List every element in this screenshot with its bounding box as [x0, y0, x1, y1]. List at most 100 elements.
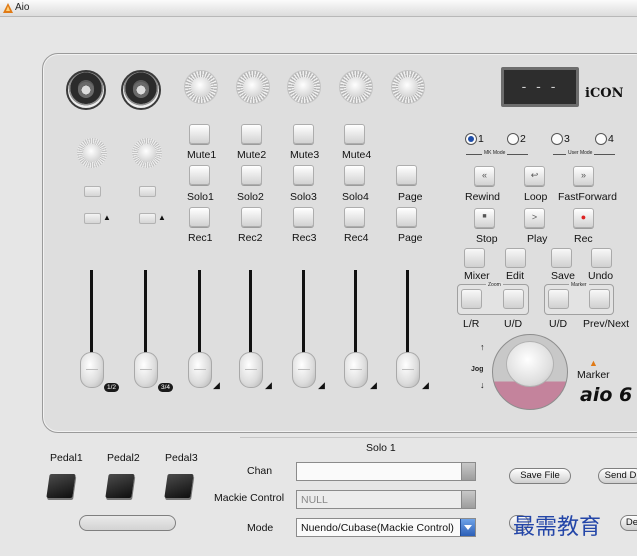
fader-marker-3-icon: ◢ — [213, 380, 220, 390]
input-led-1 — [84, 186, 101, 197]
fader-tag-1: 1/2 — [104, 383, 120, 392]
solo-button-1[interactable] — [189, 165, 210, 185]
solo-label-1: Solo1 — [187, 191, 214, 203]
edit-label: Edit — [506, 270, 525, 282]
solo-button-2[interactable] — [241, 165, 262, 185]
phantom-switch-2[interactable] — [139, 213, 156, 224]
chan-field[interactable] — [296, 462, 476, 481]
chevron-down-icon[interactable] — [460, 519, 475, 536]
page-button-down[interactable] — [396, 207, 417, 227]
undo-button[interactable] — [591, 248, 612, 268]
mode-radio-1[interactable] — [465, 133, 477, 145]
mode-value: Nuendo/Cubase(Mackie Control) — [301, 522, 454, 534]
page-label-down: Page — [398, 232, 423, 244]
solo-label-3: Solo3 — [290, 191, 317, 203]
marker-flag-icon: ▲ — [589, 358, 598, 368]
fader-2[interactable] — [134, 352, 158, 388]
play-button[interactable]: > — [524, 208, 545, 228]
gain-knob-2[interactable] — [132, 138, 162, 168]
lr-button[interactable] — [461, 289, 482, 309]
user-mode-label: User Mode — [566, 150, 595, 156]
rec-button-2[interactable] — [241, 207, 262, 227]
mode-radio-label-1: 1 — [478, 133, 484, 145]
gain-knob-1[interactable] — [77, 138, 107, 168]
solo-label-4: Solo4 — [342, 191, 369, 203]
fader-1[interactable] — [80, 352, 104, 388]
mackie-field[interactable]: NULL — [296, 490, 476, 509]
mute-label-1: Mute1 — [187, 149, 217, 161]
xlr-input-1-icon — [66, 70, 106, 110]
fader-5[interactable] — [292, 352, 316, 388]
loop-button[interactable]: ↩ — [524, 166, 545, 186]
page-label-up: Page — [398, 191, 423, 203]
play-label: Play — [527, 233, 548, 245]
mode-radio-3[interactable] — [551, 133, 563, 145]
chan-scroll[interactable] — [461, 463, 475, 480]
mode-radio-4[interactable] — [595, 133, 607, 145]
solo-button-4[interactable] — [344, 165, 365, 185]
de-button[interactable]: De — [620, 515, 637, 531]
ud-marker-button[interactable] — [548, 289, 569, 309]
window-title: Aio — [15, 2, 30, 13]
fader-7[interactable] — [396, 352, 420, 388]
rec-button-3[interactable] — [293, 207, 314, 227]
rec-icon: ● — [580, 212, 587, 222]
send-button[interactable]: Send D — [598, 468, 637, 484]
prevnext-button[interactable] — [589, 289, 610, 309]
zoom-label: Zoom — [486, 282, 503, 288]
fader-tag-2: 3/4 — [158, 383, 174, 392]
pedal-2-icon — [105, 474, 135, 498]
mode-radio-2[interactable] — [507, 133, 519, 145]
ud-marker-label: U/D — [549, 318, 568, 330]
fader-track-1 — [90, 270, 93, 360]
rec-transport-button[interactable]: ● — [573, 208, 594, 228]
rec-button-1[interactable] — [189, 207, 210, 227]
fader-track-7 — [406, 270, 409, 360]
mute-button-1[interactable] — [189, 124, 210, 144]
knob-4[interactable] — [339, 70, 373, 104]
save-file-button[interactable]: Save File — [509, 468, 571, 484]
fader-track-5 — [302, 270, 305, 360]
phantom-switch-1[interactable] — [84, 213, 101, 224]
app-icon — [3, 3, 13, 13]
ud-zoom-button[interactable] — [503, 289, 524, 309]
aio-logo: aio 6 — [580, 384, 633, 406]
fader-3[interactable] — [188, 352, 212, 388]
knob-5[interactable] — [391, 70, 425, 104]
knob-1[interactable] — [184, 70, 218, 104]
prevnext-label: Prev/Next — [583, 318, 630, 330]
edit-button[interactable] — [505, 248, 526, 268]
jog-wheel[interactable] — [492, 334, 568, 410]
rewind-button[interactable]: « — [474, 166, 495, 186]
mackie-scroll[interactable] — [461, 491, 475, 508]
lr-label: L/R — [463, 318, 480, 330]
rec-label-4: Rec4 — [344, 232, 369, 244]
save-button[interactable] — [551, 248, 572, 268]
mute-button-4[interactable] — [344, 124, 365, 144]
solo-button-3[interactable] — [293, 165, 314, 185]
fader-6[interactable] — [344, 352, 368, 388]
phantom-icon-2: ▲ — [158, 213, 166, 222]
page-button-up[interactable] — [396, 165, 417, 185]
stop-label: Stop — [476, 233, 498, 245]
mixer-label: Mixer — [464, 270, 490, 282]
fader-4[interactable] — [239, 352, 263, 388]
lcd-display: - - - — [501, 67, 579, 107]
rec-button-4[interactable] — [344, 207, 365, 227]
input-led-2 — [139, 186, 156, 197]
xlr-input-2-icon — [121, 70, 161, 110]
mute-button-3[interactable] — [293, 124, 314, 144]
pedal-settings-button[interactable] — [79, 515, 176, 531]
fastforward-label: FastForward — [558, 191, 617, 203]
fastforward-button[interactable]: » — [573, 166, 594, 186]
mute-label-4: Mute4 — [342, 149, 372, 161]
stop-button[interactable]: ■ — [474, 208, 495, 228]
solo-label-2: Solo2 — [237, 191, 264, 203]
knob-3[interactable] — [287, 70, 321, 104]
mute-button-2[interactable] — [241, 124, 262, 144]
knob-2[interactable] — [236, 70, 270, 104]
watermark-text: 最需教育 — [513, 515, 602, 540]
mode-select[interactable]: Nuendo/Cubase(Mackie Control) — [296, 518, 476, 537]
mode-radio-label-2: 2 — [520, 133, 526, 145]
mixer-button[interactable] — [464, 248, 485, 268]
